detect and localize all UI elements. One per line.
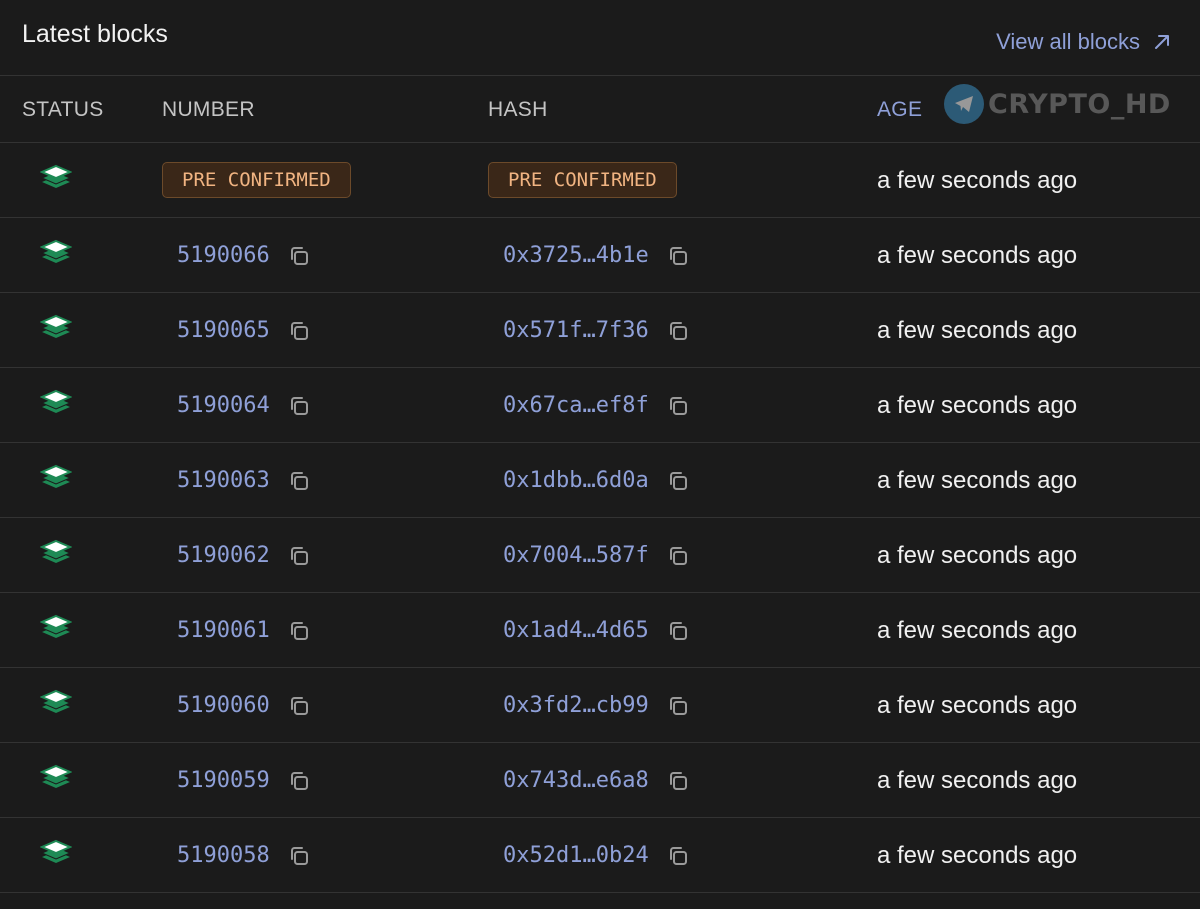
layers-icon [40,539,72,563]
copy-icon[interactable] [288,545,310,567]
layers-icon [40,689,72,713]
block-number-link[interactable]: 5190062 [177,543,270,568]
view-all-blocks-link[interactable]: View all blocks [996,29,1172,55]
table-row: 5190065 0x571f…7f36 a few seconds ago [0,293,1200,368]
table-row: 5190059 0x743d…e6a8 a few seconds ago [0,743,1200,818]
table-row: 5190061 0x1ad4…4d65 a few seconds ago [0,593,1200,668]
block-number-cell: 5190058 [177,818,310,893]
copy-icon[interactable] [288,695,310,717]
layers-icon [40,239,72,263]
copy-icon[interactable] [667,620,689,642]
copy-icon[interactable] [667,695,689,717]
age-cell: a few seconds ago [877,466,1078,494]
block-number-cell: 5190061 [177,593,310,668]
copy-icon[interactable] [667,395,689,417]
table-row: 5190058 0x52d1…0b24 a few seconds ago [0,818,1200,893]
block-number-link[interactable]: 5190060 [177,693,270,718]
block-hash-link[interactable]: 0x1dbb…6d0a [503,468,649,493]
layers-icon [40,839,72,863]
block-number-link[interactable]: 5190058 [177,843,270,868]
block-hash-cell: 0x1ad4…4d65 [503,593,689,668]
layers-icon [40,614,72,638]
telegram-icon [944,84,984,124]
block-hash-cell: 0x743d…e6a8 [503,743,689,818]
view-all-label: View all blocks [996,29,1140,54]
table-row: 5190060 0x3fd2…cb99 a few seconds ago [0,668,1200,743]
block-number-link[interactable]: 5190064 [177,393,270,418]
age-cell: a few seconds ago [877,841,1078,869]
copy-icon[interactable] [288,620,310,642]
copy-icon[interactable] [667,770,689,792]
block-number-cell: 5190062 [177,518,310,593]
age-cell: a few seconds ago [877,691,1078,719]
block-number-link[interactable]: 5190059 [177,768,270,793]
layers-icon [40,314,72,338]
block-hash-link[interactable]: 0x743d…e6a8 [503,768,649,793]
watermark: CRYPTO_HD [944,84,1171,124]
watermark-text: CRYPTO_HD [988,88,1171,120]
age-cell: a few seconds ago [877,541,1078,569]
block-hash-link[interactable]: 0x1ad4…4d65 [503,618,649,643]
table-row: 5190066 0x3725…4b1e a few seconds ago [0,218,1200,293]
block-hash-link[interactable]: 0x571f…7f36 [503,318,649,343]
layers-icon [40,764,72,788]
page-title: Latest blocks [22,20,168,48]
copy-icon[interactable] [667,845,689,867]
table-row: 5190062 0x7004…587f a few seconds ago [0,518,1200,593]
age-cell: a few seconds ago [877,391,1078,419]
block-number-link[interactable]: 5190065 [177,318,270,343]
layers-icon [40,164,72,188]
column-header-status: STATUS [22,98,104,121]
block-hash-link[interactable]: 0x52d1…0b24 [503,843,649,868]
copy-icon[interactable] [667,545,689,567]
block-hash-cell: 0x3fd2…cb99 [503,668,689,743]
copy-icon[interactable] [288,845,310,867]
block-number-cell: 5190059 [177,743,310,818]
block-number-link[interactable]: 5190061 [177,618,270,643]
layers-icon [40,389,72,413]
pre-confirmed-badge: PRE CONFIRMED [488,162,677,198]
copy-icon[interactable] [288,245,310,267]
block-hash-link[interactable]: 0x3725…4b1e [503,243,649,268]
block-hash-cell: 0x7004…587f [503,518,689,593]
column-header-age[interactable]: AGE [877,98,922,122]
block-number-cell: 5190060 [177,668,310,743]
age-cell: a few seconds ago [877,766,1078,794]
block-hash-link[interactable]: 0x67ca…ef8f [503,393,649,418]
column-header-hash: HASH [488,98,548,121]
block-hash-link[interactable]: 0x3fd2…cb99 [503,693,649,718]
copy-icon[interactable] [288,320,310,342]
table-row: 5190064 0x67ca…ef8f a few seconds ago [0,368,1200,443]
block-hash-cell: 0x1dbb…6d0a [503,443,689,518]
block-hash-cell: 0x571f…7f36 [503,293,689,368]
age-cell: a few seconds ago [877,241,1078,269]
pre-confirmed-badge: PRE CONFIRMED [162,162,351,198]
block-hash-link[interactable]: 0x7004…587f [503,543,649,568]
block-number-cell: 5190064 [177,368,310,443]
copy-icon[interactable] [288,395,310,417]
block-number-cell: 5190065 [177,293,310,368]
age-cell: a few seconds ago [877,616,1078,644]
layers-icon [40,464,72,488]
arrow-up-right-icon [1155,35,1169,49]
table-row: 5190063 0x1dbb…6d0a a few seconds ago [0,443,1200,518]
blocks-table-body: PRE CONFIRMED PRE CONFIRMED a few second… [0,143,1200,893]
column-header-number: NUMBER [162,98,255,121]
copy-icon[interactable] [667,470,689,492]
block-number-link[interactable]: 5190063 [177,468,270,493]
block-hash-cell: 0x3725…4b1e [503,218,689,293]
blocks-header: Latest blocks View all blocks [0,0,1200,76]
block-number-cell: 5190066 [177,218,310,293]
block-number-cell: 5190063 [177,443,310,518]
copy-icon[interactable] [667,320,689,342]
block-hash-cell: 0x67ca…ef8f [503,368,689,443]
age-cell: a few seconds ago [877,316,1078,344]
copy-icon[interactable] [288,470,310,492]
table-row-pending: PRE CONFIRMED PRE CONFIRMED a few second… [0,143,1200,218]
block-hash-cell: 0x52d1…0b24 [503,818,689,893]
age-cell: a few seconds ago [877,166,1078,194]
block-number-link[interactable]: 5190066 [177,243,270,268]
copy-icon[interactable] [667,245,689,267]
copy-icon[interactable] [288,770,310,792]
